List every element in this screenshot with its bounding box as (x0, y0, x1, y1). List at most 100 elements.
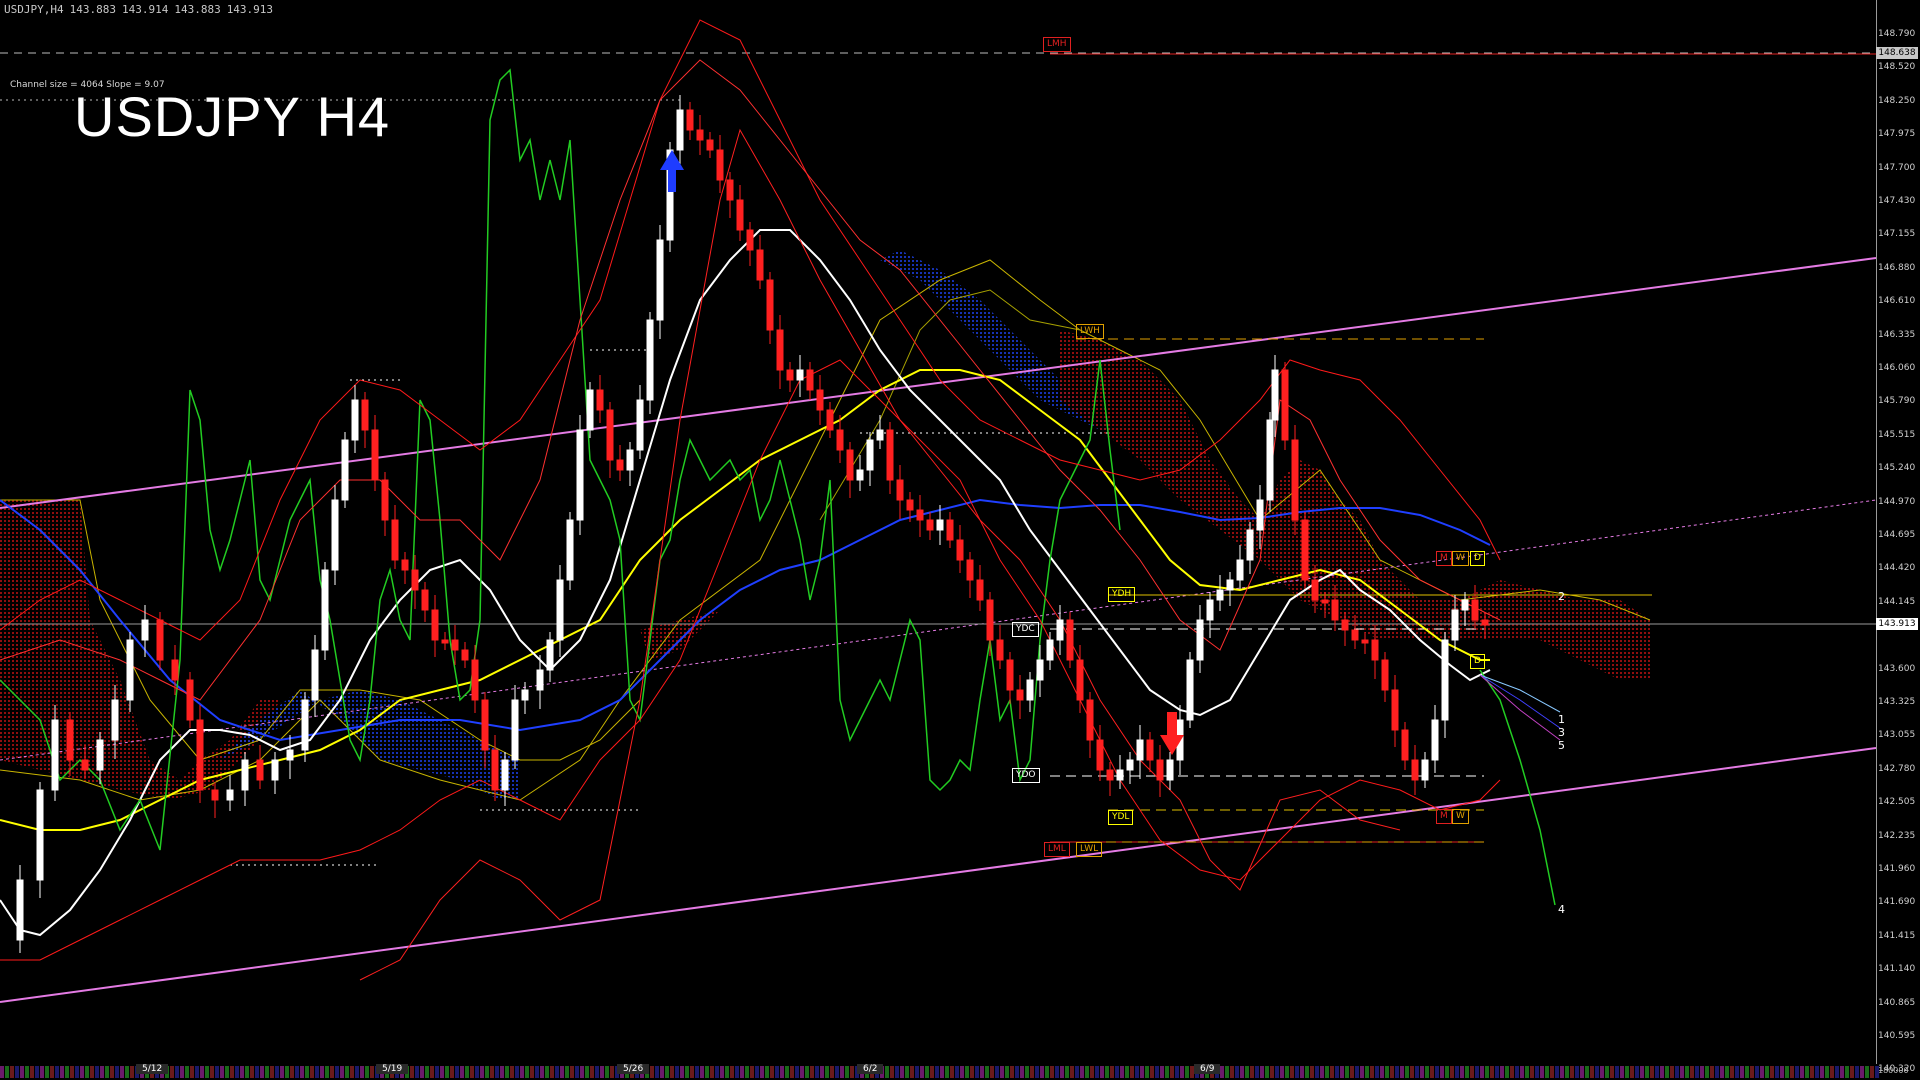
projection-path-1 (1479, 674, 1561, 713)
candle-body (546, 639, 554, 671)
projection-label: 1 (1558, 713, 1565, 726)
candle-body (606, 409, 614, 461)
candle-body (241, 759, 249, 791)
level-tag-ydo: YDO (1012, 768, 1040, 783)
level-tag-lwl: LWL (1076, 842, 1103, 857)
candle-body (876, 429, 884, 441)
candle-body (511, 699, 519, 761)
candle-body (1341, 619, 1349, 631)
projection-label: 3 (1558, 726, 1565, 739)
price-tick: 146.610 (1878, 296, 1916, 307)
candle-body (1016, 689, 1024, 701)
price-tick: 145.240 (1878, 463, 1916, 474)
candle-body (906, 499, 914, 511)
candle-body (381, 479, 389, 521)
candle-body (806, 369, 814, 391)
level-tag-m-low: M (1436, 809, 1452, 824)
price-tick: 147.700 (1878, 162, 1916, 173)
price-tick: 143.055 (1878, 730, 1916, 741)
candle-body (401, 559, 409, 571)
candle-body (1471, 599, 1479, 621)
projection-path-4 (1479, 669, 1556, 906)
price-tick: 141.690 (1878, 897, 1916, 908)
price-tick: 145.515 (1878, 429, 1916, 440)
time-axis[interactable] (0, 1064, 1879, 1080)
candle-body (81, 759, 89, 771)
price-tick: 144.970 (1878, 496, 1916, 507)
candle-body (956, 539, 964, 561)
candle-body (1331, 599, 1339, 621)
time-label: 5/12 (136, 1064, 169, 1074)
price-tick: 147.975 (1878, 129, 1916, 140)
candle-body (1186, 659, 1194, 721)
candle-body (471, 659, 479, 701)
candle-body (1226, 579, 1234, 591)
candle-body (36, 789, 44, 881)
candle-body (656, 239, 664, 321)
candle-body (736, 199, 744, 231)
candle-body (1391, 689, 1399, 731)
candle-body (256, 759, 264, 781)
candle-body (836, 429, 844, 451)
candle-body (441, 639, 449, 644)
candle-body (936, 519, 944, 531)
candle-body (886, 429, 894, 481)
time-label: 5/26 (617, 1064, 650, 1074)
candle-body (856, 469, 864, 481)
price-tick: 143.325 (1878, 697, 1916, 707)
candle-body (1301, 519, 1309, 581)
price-tick: 146.335 (1878, 329, 1916, 340)
price-tick: 144.695 (1878, 530, 1916, 540)
level-tag-lwh: LWH (1076, 324, 1104, 339)
candle-body (156, 619, 164, 661)
price-tick: 146.060 (1878, 363, 1916, 373)
price-chart[interactable] (0, 0, 1920, 1080)
candle-body (331, 499, 339, 571)
price-tick: 141.415 (1878, 930, 1916, 941)
symbol-timeframe: USDJPY,H4 (4, 3, 64, 16)
candle-body (286, 749, 294, 761)
candle-body (726, 179, 734, 201)
candle-body (461, 649, 469, 661)
candle-body (896, 479, 904, 501)
candle-body (1431, 719, 1439, 761)
projection-label: 4 (1558, 903, 1565, 916)
level-tag-ydl: YDL (1108, 810, 1134, 825)
channel-lower-line (0, 747, 1877, 1003)
candle-body (1216, 589, 1224, 601)
candle-body (361, 399, 369, 431)
band-lower (0, 359, 1501, 961)
candle-body (1096, 739, 1104, 771)
candle-body (341, 439, 349, 501)
candle-body (51, 719, 59, 791)
candle-body (536, 669, 544, 691)
candle-body (636, 399, 644, 451)
candle-body (1166, 759, 1174, 781)
price-tick: 144.420 (1878, 563, 1916, 574)
candle-body (766, 279, 774, 331)
candle-body (716, 149, 724, 181)
candle-body (1441, 639, 1449, 721)
candle-body (1056, 619, 1064, 641)
candle-body (1196, 619, 1204, 661)
candle-body (1206, 599, 1214, 621)
candle-body (816, 389, 824, 411)
candle-body (786, 369, 794, 381)
candle-body (706, 139, 714, 151)
candle-body (566, 519, 574, 581)
projection-label: 2 (1558, 590, 1565, 603)
candle-body (411, 569, 419, 591)
price-tick: 141.960 (1878, 864, 1916, 874)
candle-body (1126, 759, 1134, 771)
candle-body (756, 249, 764, 281)
candle-body (796, 369, 804, 381)
candle-body (586, 389, 594, 431)
candle-body (1256, 499, 1264, 531)
ohlc-high: 143.914 (121, 3, 169, 16)
candle-body (676, 109, 684, 151)
ohlc-open: 143.883 (69, 3, 116, 16)
candle-body (776, 329, 784, 371)
candle-body (846, 449, 854, 481)
candle-body (576, 429, 584, 521)
projection-label: 5 (1558, 739, 1565, 752)
